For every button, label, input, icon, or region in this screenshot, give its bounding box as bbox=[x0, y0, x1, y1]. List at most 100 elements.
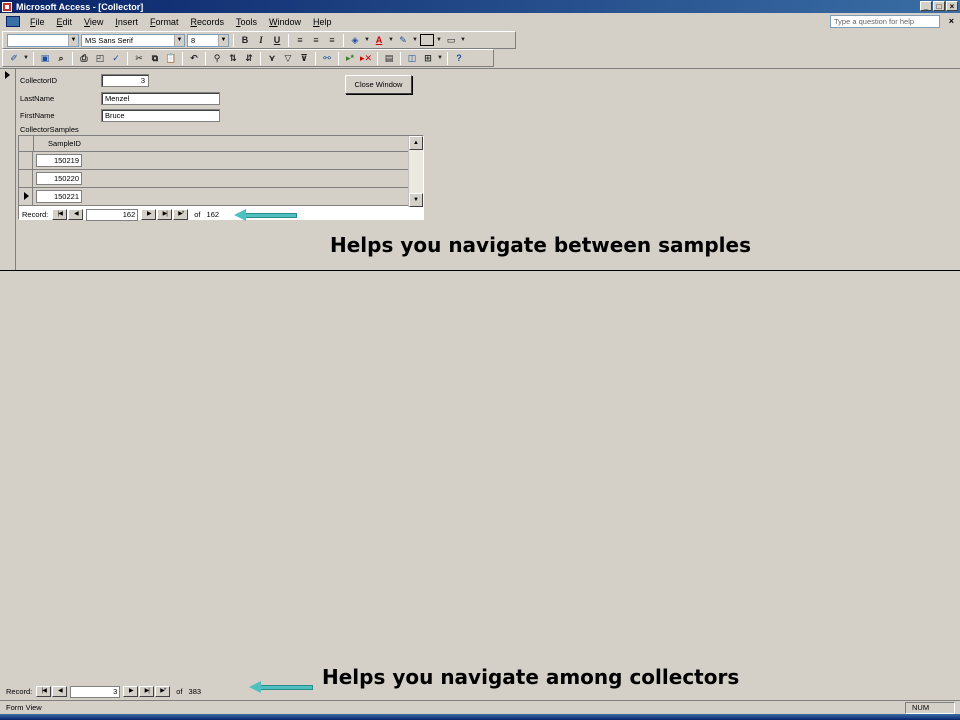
fill-color-icon[interactable]: ◈ bbox=[348, 34, 362, 47]
arrow-head bbox=[234, 209, 246, 221]
of-label: of bbox=[176, 687, 183, 696]
filter-by-form-icon[interactable]: ▽ bbox=[281, 52, 295, 65]
row-selector[interactable] bbox=[19, 188, 33, 206]
italic-button[interactable]: I bbox=[254, 34, 268, 47]
row-selector[interactable] bbox=[19, 152, 33, 170]
scroll-down-icon[interactable]: ▼ bbox=[409, 193, 423, 207]
chevron-down-icon[interactable]: ▼ bbox=[364, 34, 370, 47]
undo-icon[interactable]: ↶ bbox=[187, 52, 201, 65]
print-preview-icon[interactable]: ◰ bbox=[93, 52, 107, 65]
close-window-button[interactable]: Close Window bbox=[345, 75, 412, 94]
first-record-button[interactable]: |◀ bbox=[52, 209, 68, 220]
sample-id-cell[interactable]: 150219 bbox=[36, 154, 82, 167]
font-color-icon[interactable]: A bbox=[372, 34, 386, 47]
current-record-field[interactable]: 162 bbox=[86, 208, 139, 221]
arrow-head bbox=[249, 681, 261, 693]
first-record-button[interactable]: |◀ bbox=[36, 686, 52, 697]
first-name-field[interactable]: Bruce bbox=[101, 109, 220, 122]
scroll-up-icon[interactable]: ▲ bbox=[409, 136, 423, 150]
menu-edit[interactable]: Edit bbox=[51, 17, 79, 27]
last-name-field[interactable]: Menzel bbox=[101, 92, 220, 105]
font-size-value: 8 bbox=[191, 35, 196, 45]
sample-id-cell[interactable]: 150221 bbox=[36, 190, 82, 203]
bold-button[interactable]: B bbox=[238, 34, 252, 47]
chevron-down-icon[interactable]: ▼ bbox=[23, 52, 29, 65]
align-center-icon[interactable]: ≡ bbox=[309, 34, 323, 47]
record-selector[interactable] bbox=[0, 69, 16, 271]
align-left-icon[interactable]: ≡ bbox=[293, 34, 307, 47]
help-icon[interactable]: ? bbox=[452, 52, 466, 65]
next-record-button[interactable]: ▶ bbox=[141, 209, 157, 220]
column-header-sampleid[interactable]: SampleID bbox=[33, 136, 95, 151]
access-app-icon[interactable] bbox=[2, 1, 12, 12]
subform-scrollbar[interactable]: ▲ ▼ bbox=[408, 136, 423, 207]
line-color-icon[interactable]: ✎ bbox=[396, 34, 410, 47]
line-width-icon[interactable] bbox=[420, 34, 434, 46]
database-window-icon[interactable]: ◫ bbox=[405, 52, 419, 65]
save-icon[interactable]: ▣ bbox=[38, 52, 52, 65]
maximize-button[interactable]: □ bbox=[933, 1, 945, 11]
row-selector[interactable] bbox=[19, 170, 33, 188]
chevron-down-icon[interactable]: ▼ bbox=[460, 34, 466, 47]
copy-icon[interactable]: ⧉ bbox=[148, 52, 162, 65]
apply-filter-icon[interactable]: ⊽ bbox=[297, 52, 311, 65]
form-icon[interactable] bbox=[6, 16, 20, 27]
menu-format[interactable]: Format bbox=[144, 17, 185, 27]
toolbar-separator bbox=[233, 33, 234, 47]
chevron-down-icon[interactable]: ▼ bbox=[388, 34, 394, 47]
previous-record-button[interactable]: ◀ bbox=[52, 686, 68, 697]
menu-file[interactable]: File bbox=[24, 17, 51, 27]
menu-insert[interactable]: Insert bbox=[109, 17, 144, 27]
status-bar: Form View NUM bbox=[0, 700, 960, 714]
taskbar bbox=[0, 714, 960, 720]
new-record-icon[interactable]: ▸* bbox=[343, 52, 357, 65]
cut-icon[interactable]: ✂ bbox=[132, 52, 146, 65]
next-record-button[interactable]: ▶ bbox=[123, 686, 139, 697]
collector-id-field[interactable]: 3 bbox=[101, 74, 149, 87]
insert-hyperlink-icon[interactable]: ⚲ bbox=[210, 52, 224, 65]
close-button[interactable]: × bbox=[946, 1, 958, 11]
object-combo[interactable]: ▼ bbox=[7, 33, 79, 47]
align-right-icon[interactable]: ≡ bbox=[325, 34, 339, 47]
previous-record-button[interactable]: ◀ bbox=[68, 209, 84, 220]
sample-id-cell[interactable]: 150220 bbox=[36, 172, 82, 185]
last-record-button[interactable]: ▶| bbox=[139, 686, 155, 697]
current-record-field[interactable]: 3 bbox=[70, 685, 121, 698]
toolbar-separator bbox=[288, 33, 289, 47]
table-row: 150221 bbox=[19, 188, 408, 206]
border-icon[interactable]: ▭ bbox=[444, 34, 458, 47]
chevron-down-icon[interactable]: ▼ bbox=[436, 34, 442, 47]
menu-window[interactable]: Window bbox=[263, 17, 307, 27]
menu-records[interactable]: Records bbox=[184, 17, 230, 27]
menu-tools[interactable]: Tools bbox=[230, 17, 263, 27]
menu-help[interactable]: Help bbox=[307, 17, 338, 27]
filter-by-selection-icon[interactable]: ⋎ bbox=[265, 52, 279, 65]
find-icon[interactable]: ⚯ bbox=[320, 52, 334, 65]
new-object-icon[interactable]: ⊞ bbox=[421, 52, 435, 65]
print-icon[interactable]: ⎙ bbox=[77, 52, 91, 65]
new-record-button[interactable]: ▶* bbox=[155, 686, 171, 697]
font-size-combo[interactable]: 8 ▼ bbox=[187, 33, 229, 47]
menu-view[interactable]: View bbox=[78, 17, 109, 27]
subform-label: CollectorSamples bbox=[20, 125, 79, 134]
spelling-icon[interactable]: ✓ bbox=[109, 52, 123, 65]
toolbar-separator bbox=[182, 51, 183, 65]
new-record-button[interactable]: ▶* bbox=[173, 209, 189, 220]
underline-button[interactable]: U bbox=[270, 34, 284, 47]
view-icon[interactable]: ✐ bbox=[7, 52, 21, 65]
search-icon[interactable]: ⌕ bbox=[54, 52, 68, 65]
paste-icon[interactable]: 📋 bbox=[164, 52, 178, 65]
font-name-combo[interactable]: MS Sans Serif ▼ bbox=[81, 33, 185, 47]
last-record-button[interactable]: ▶| bbox=[157, 209, 173, 220]
minimize-button[interactable]: _ bbox=[920, 1, 932, 11]
chevron-down-icon[interactable]: ▼ bbox=[412, 34, 418, 47]
document-close-icon[interactable]: × bbox=[949, 16, 954, 26]
properties-icon[interactable]: ▤ bbox=[382, 52, 396, 65]
delete-record-icon[interactable]: ▸✕ bbox=[359, 52, 373, 65]
sort-ascending-icon[interactable]: ⇅ bbox=[226, 52, 240, 65]
sort-descending-icon[interactable]: ⇵ bbox=[242, 52, 256, 65]
toolbar-separator bbox=[447, 51, 448, 65]
window-controls: _ □ × bbox=[920, 1, 958, 11]
chevron-down-icon[interactable]: ▼ bbox=[437, 52, 443, 65]
help-question-input[interactable]: Type a question for help bbox=[830, 15, 940, 28]
